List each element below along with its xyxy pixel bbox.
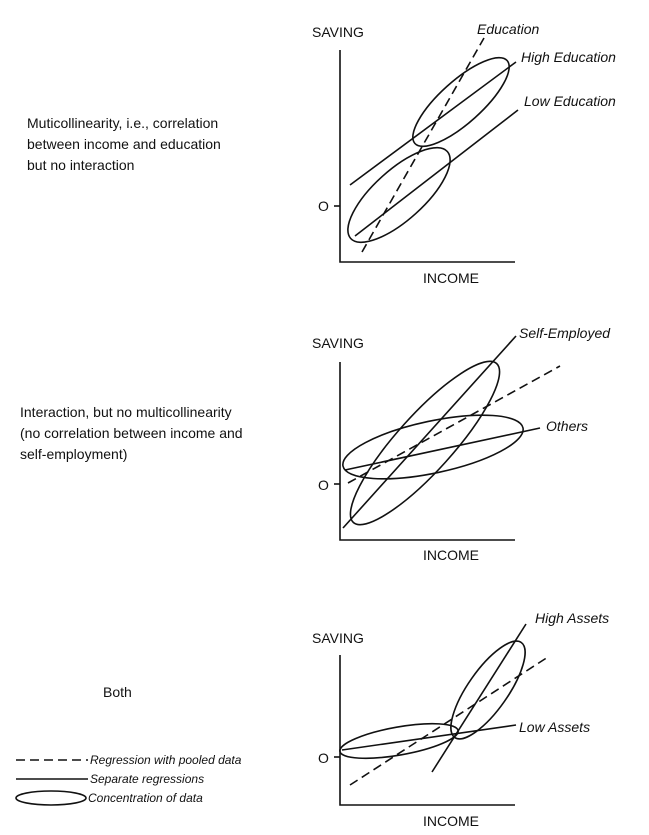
panel1-low-education-line [354, 109, 519, 237]
panel2-origin-label: O [318, 477, 329, 493]
panel2: SAVING O INCOME Self-Employed Others [312, 325, 611, 563]
panel2-y-axis-label: SAVING [312, 335, 364, 351]
panel3-low-assets-label: Low Assets [519, 719, 590, 735]
panel2-others-label: Others [546, 418, 588, 434]
panel3-high-assets-line [431, 623, 527, 773]
panel3-y-axis-label: SAVING [312, 630, 364, 646]
panel2-axes [339, 362, 515, 541]
diagram-canvas: SAVING O INCOME Education High Education… [15, 21, 616, 829]
legend: Regression with pooled data Separate reg… [15, 753, 242, 806]
panel1-education-pooled-line [361, 37, 485, 253]
panel3-origin-label: O [318, 750, 329, 766]
legend-concentration-label: Concentration of data [88, 791, 203, 805]
panel2-self-employed-line [342, 335, 517, 529]
panel2-others-line [344, 427, 541, 471]
panel3-low-assets-line [341, 724, 517, 751]
panel3-axes [339, 655, 515, 806]
panel2-pooled-line [347, 365, 561, 484]
panel2-self-employed-label: Self-Employed [519, 325, 611, 341]
legend-separate-label: Separate regressions [90, 772, 204, 786]
panel3-x-axis-label: INCOME [423, 813, 479, 829]
panel1-low-education-data-ellipse [347, 146, 451, 244]
panel3-high-assets-label: High Assets [535, 610, 609, 626]
panel1-low-education-label: Low Education [524, 93, 616, 109]
legend-concentration-swatch [15, 790, 87, 806]
legend-pooled-label: Regression with pooled data [90, 753, 242, 767]
panel3-low-assets-data-ellipse [339, 722, 459, 760]
panel1-x-axis-label: INCOME [423, 270, 479, 286]
panel1-high-education-label: High Education [521, 49, 616, 65]
panel3: SAVING O INCOME High Assets Low Assets [312, 610, 609, 829]
panel1: SAVING O INCOME Education High Education… [312, 21, 616, 286]
panel1-high-education-line [349, 61, 517, 186]
panel2-others-data-ellipse [342, 414, 524, 480]
panel2-self-employed-data-ellipse [349, 360, 501, 526]
panel1-education-label: Education [477, 21, 539, 37]
panel2-x-axis-label: INCOME [423, 547, 479, 563]
panel1-y-axis-label: SAVING [312, 24, 364, 40]
panel1-origin-label: O [318, 198, 329, 214]
